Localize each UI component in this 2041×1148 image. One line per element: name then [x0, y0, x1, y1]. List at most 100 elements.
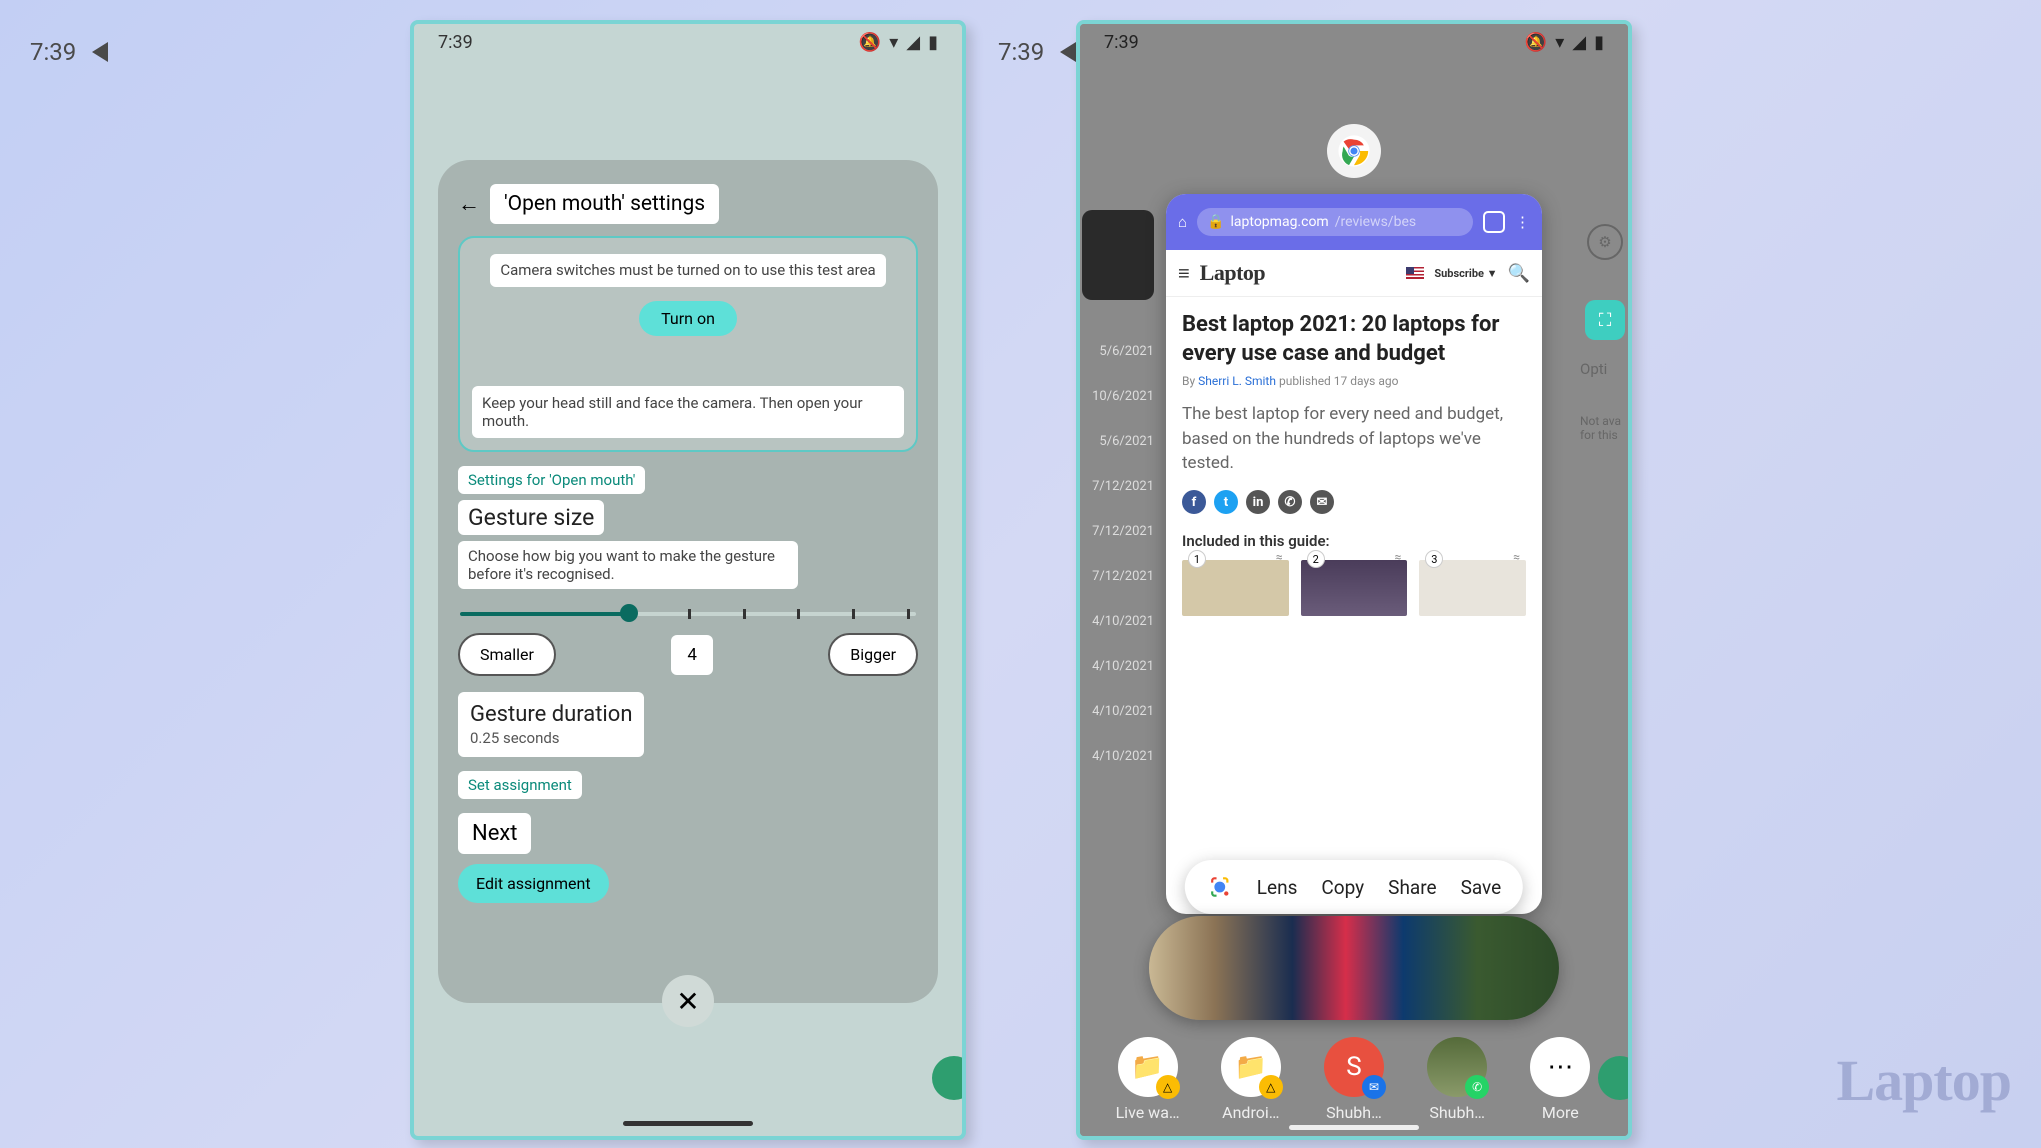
navigation-handle[interactable] — [623, 1121, 753, 1126]
close-button[interactable]: ✕ — [662, 975, 714, 1027]
gesture-size-slider[interactable] — [460, 607, 916, 619]
share-target[interactable]: ✆ Shubh… — [1414, 1037, 1500, 1122]
drive-badge-icon: △ — [1156, 1075, 1180, 1099]
share-target-dock: 📁△ Live wa… 📁△ Androi… S✉ Shubh… ✆ Shubh… — [1080, 1037, 1628, 1122]
mute-icon: 🔕 — [1525, 32, 1547, 53]
gesture-duration-title: Gesture duration — [470, 702, 632, 727]
guide-label: Included in this guide: — [1182, 532, 1526, 550]
contact-avatar: S✉ — [1324, 1037, 1384, 1097]
email-icon[interactable]: ✉ — [1310, 490, 1334, 514]
section-label-settings-for: Settings for 'Open mouth' — [458, 466, 645, 494]
whatsapp-icon[interactable]: ✆ — [1278, 490, 1302, 514]
turn-on-button[interactable]: Turn on — [639, 301, 737, 336]
page-title: 'Open mouth' settings — [490, 184, 719, 224]
phone-accessibility-settings: 7:39 🔕 ▾ ◢ ▮ ← 'Open mouth' settings Cam… — [410, 20, 966, 1140]
app-icon-chrome[interactable] — [1327, 124, 1381, 178]
lock-icon: 🔒 — [1207, 214, 1224, 230]
social-share-row: f t in ✆ ✉ — [1182, 490, 1526, 514]
region-flag-icon[interactable] — [1406, 267, 1424, 279]
clipped-not-available: Not ava for this — [1580, 414, 1632, 442]
article-body: Best laptop 2021: 20 laptops for every u… — [1166, 297, 1542, 630]
guide-thumb[interactable]: 3≈ — [1419, 560, 1526, 616]
overview-sidebar-dark — [1082, 210, 1154, 300]
article-author-link[interactable]: Sherri L. Smith — [1198, 374, 1276, 388]
status-time: 7:39 — [1104, 32, 1139, 53]
bigger-button[interactable]: Bigger — [828, 633, 918, 676]
test-area: Camera switches must be turned on to use… — [458, 236, 918, 452]
twitter-icon[interactable]: t — [1214, 490, 1238, 514]
fullscreen-icon[interactable]: ⛶ — [1585, 300, 1625, 340]
gesture-duration-row[interactable]: Gesture duration 0.25 seconds — [458, 692, 644, 757]
wifi-icon: ▾ — [1555, 32, 1564, 53]
overview-card-chrome[interactable]: ⌂ 🔒 laptopmag.com/reviews/bes ⋮ ≡ Laptop… — [1166, 194, 1542, 914]
signal-icon: ◢ — [906, 32, 920, 53]
browser-toolbar: ⌂ 🔒 laptopmag.com/reviews/bes ⋮ — [1166, 194, 1542, 250]
guide-thumb[interactable]: 1≈ — [1182, 560, 1289, 616]
page-timestamp-left: 7:39 — [30, 38, 108, 66]
image-actions-pill: Lens Copy Share Save — [1185, 860, 1523, 914]
site-logo[interactable]: Laptop — [1200, 260, 1265, 286]
settings-card: ← 'Open mouth' settings Camera switches … — [438, 160, 938, 1003]
linkedin-icon[interactable]: in — [1246, 490, 1270, 514]
edit-assignment-button[interactable]: Edit assignment — [458, 864, 609, 903]
status-bar: 7:39 🔕 ▾ ◢ ▮ — [414, 24, 962, 60]
instruction-text: Keep your head still and face the camera… — [472, 386, 904, 438]
article-lede: The best laptop for every need and budge… — [1182, 402, 1526, 476]
navigation-handle[interactable] — [1289, 1125, 1419, 1130]
guide-thumb[interactable]: 2≈ — [1301, 560, 1408, 616]
send-icon — [92, 42, 108, 62]
url-bar[interactable]: 🔒 laptopmag.com/reviews/bes — [1197, 208, 1473, 236]
subscribe-link[interactable]: Subscribe ▼ — [1434, 267, 1497, 280]
back-arrow-icon[interactable]: ← — [458, 191, 480, 217]
guide-thumbnails: 1≈ 2≈ 3≈ — [1182, 560, 1526, 616]
save-button[interactable]: Save — [1461, 876, 1502, 899]
gear-icon[interactable]: ⚙ — [1587, 224, 1623, 260]
copy-button[interactable]: Copy — [1321, 876, 1364, 899]
status-time: 7:39 — [438, 32, 473, 53]
signal-icon: ◢ — [1572, 32, 1586, 53]
battery-icon: ▮ — [928, 32, 938, 53]
battery-icon: ▮ — [1594, 32, 1604, 53]
more-icon: ⋯ — [1547, 1052, 1573, 1082]
article-title: Best laptop 2021: 20 laptops for every u… — [1182, 311, 1526, 368]
share-target[interactable]: S✉ Shubh… — [1311, 1037, 1397, 1122]
wifi-icon: ▾ — [889, 32, 898, 53]
lens-button[interactable]: Lens — [1257, 876, 1298, 899]
overview-sidebar-right: ⚙ ⛶ Opti Not ava for this — [1574, 210, 1632, 442]
overflow-menu-icon[interactable]: ⋮ — [1515, 213, 1530, 231]
contact-avatar: ✆ — [1427, 1037, 1487, 1097]
facebook-icon[interactable]: f — [1182, 490, 1206, 514]
tab-count-icon[interactable] — [1483, 211, 1505, 233]
chrome-icon — [1337, 134, 1371, 168]
gesture-size-title: Gesture size — [458, 500, 604, 535]
article-byline: By Sherri L. Smith published 17 days ago — [1182, 374, 1526, 388]
smaller-button[interactable]: Smaller — [458, 633, 556, 676]
gesture-duration-value: 0.25 seconds — [470, 729, 632, 747]
overview-sidebar-dates: 5/6/2021 10/6/2021 5/6/2021 7/12/2021 7/… — [1084, 344, 1154, 794]
messages-badge-icon: ✉ — [1362, 1075, 1386, 1099]
gesture-size-description: Choose how big you want to make the gest… — [458, 541, 798, 589]
mute-icon: 🔕 — [859, 32, 881, 53]
url-path: /reviews/bes — [1335, 214, 1416, 230]
whatsapp-badge-icon: ✆ — [1465, 1075, 1489, 1099]
selected-image-preview[interactable] — [1149, 916, 1559, 1020]
lens-icon — [1207, 874, 1233, 900]
drive-badge-icon: △ — [1259, 1075, 1283, 1099]
floating-action-button[interactable] — [932, 1056, 966, 1100]
page-timestamp-right: 7:39 — [998, 38, 1076, 66]
status-bar: 7:39 🔕 ▾ ◢ ▮ — [1080, 24, 1628, 60]
share-target[interactable]: 📁△ Live wa… — [1105, 1037, 1191, 1122]
share-button[interactable]: Share — [1388, 876, 1436, 899]
home-icon[interactable]: ⌂ — [1178, 213, 1187, 231]
share-target[interactable]: 📁△ Androi… — [1208, 1037, 1294, 1122]
search-icon[interactable]: 🔍 — [1508, 263, 1530, 284]
slider-value: 4 — [671, 635, 713, 675]
hamburger-icon[interactable]: ≡ — [1178, 261, 1190, 286]
send-icon — [1060, 42, 1076, 62]
assignment-next-label: Next — [458, 813, 531, 854]
close-icon: ✕ — [676, 985, 699, 1018]
share-target-more[interactable]: ⋯ More — [1517, 1037, 1603, 1122]
test-area-message: Camera switches must be turned on to use… — [490, 254, 885, 287]
watermark-logo: Laptop — [1836, 1047, 2011, 1114]
clipped-option-title: Opti — [1580, 360, 1632, 378]
